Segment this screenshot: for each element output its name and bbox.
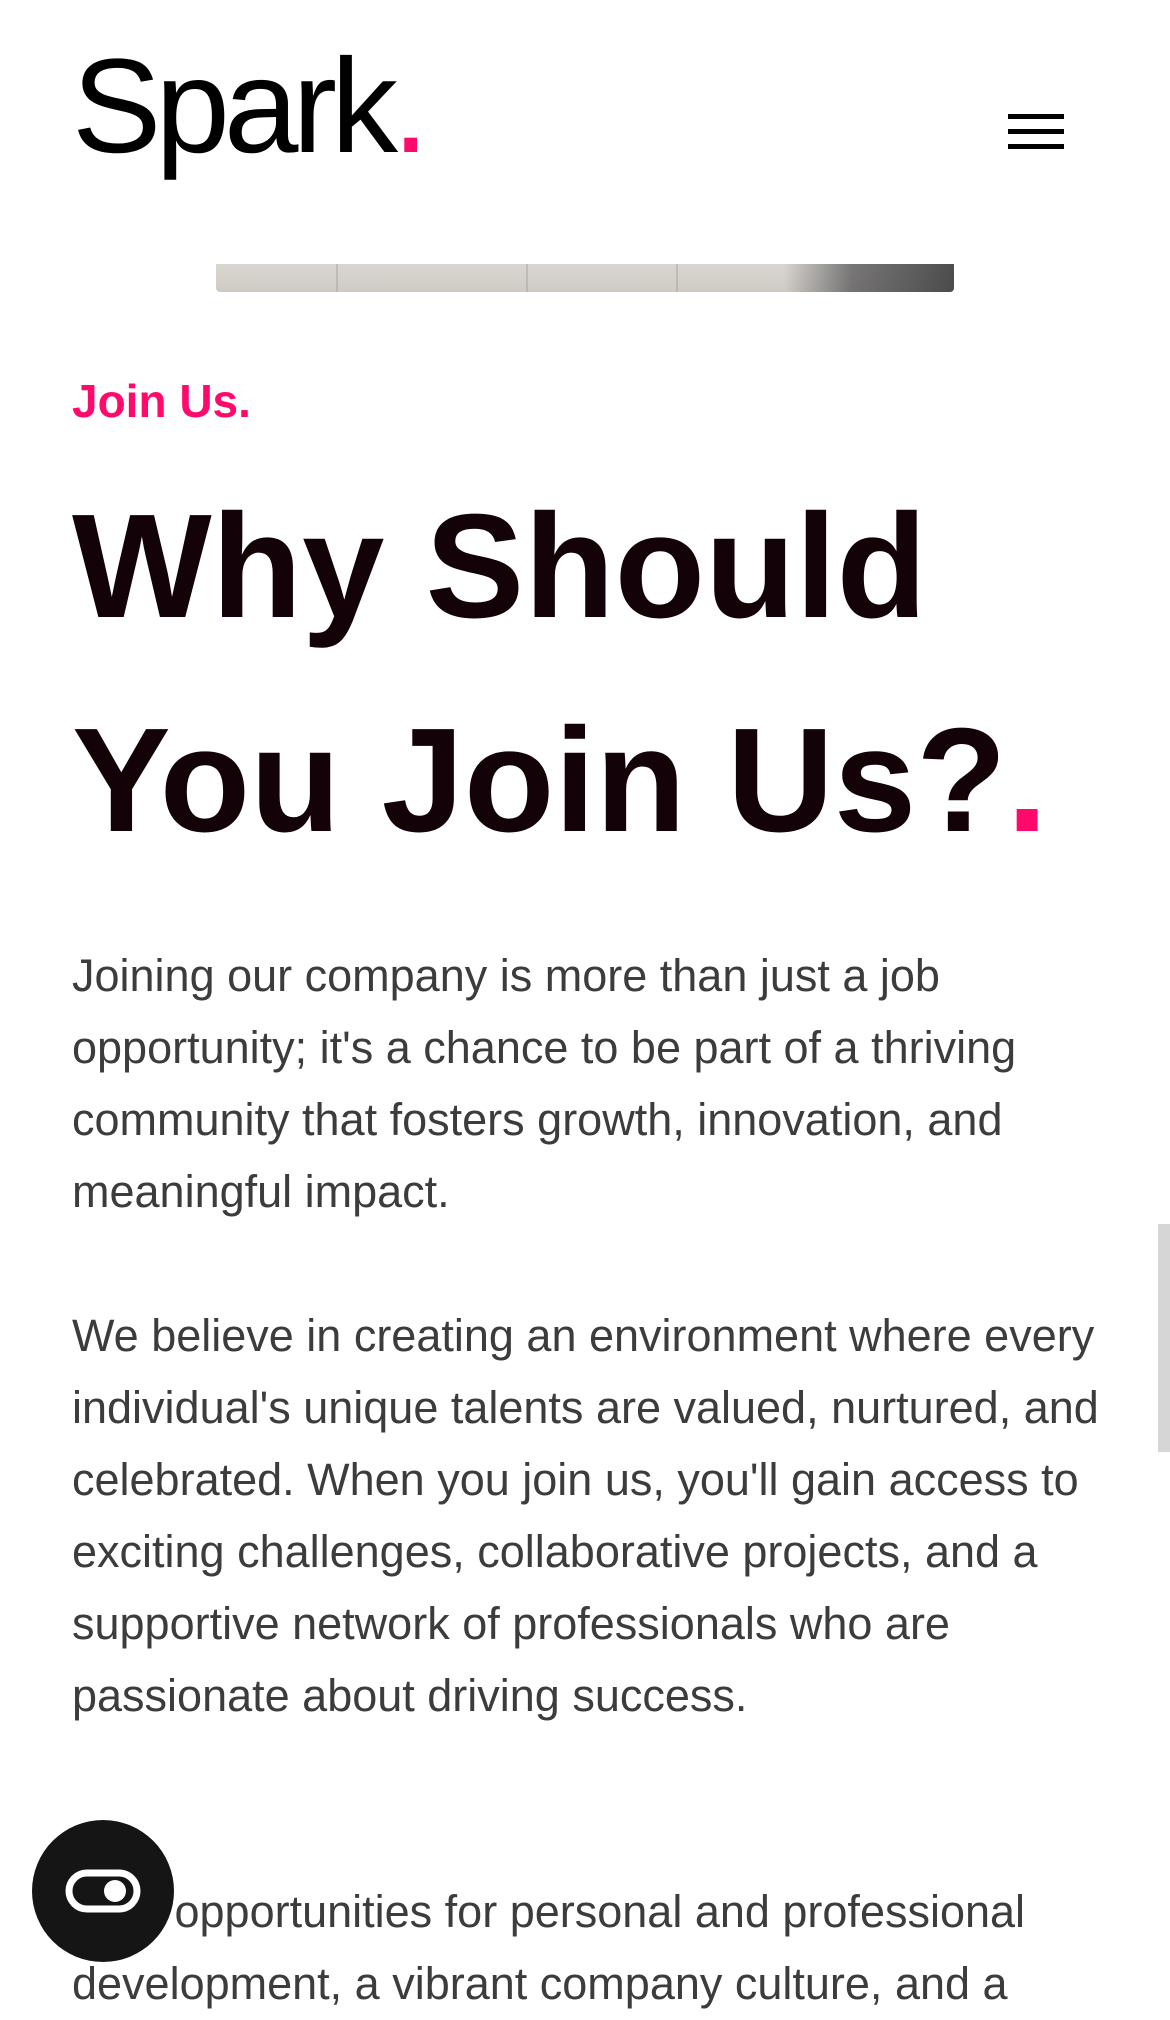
logo-text: Spark: [72, 32, 398, 181]
headline-line-1: Why Should: [72, 484, 927, 649]
headline-dot: .: [1006, 698, 1048, 863]
logo-dot: .: [392, 32, 430, 181]
photo-detail: [336, 264, 338, 292]
menu-bar-top: [1008, 114, 1064, 119]
photo-detail: [676, 264, 678, 292]
headline-line-2: You Join Us?: [72, 698, 1007, 863]
spark-logo[interactable]: Spark.: [72, 40, 429, 174]
section-eyebrow: Join Us.: [72, 375, 251, 427]
accessibility-widget-button[interactable]: [32, 1820, 174, 1962]
menu-bar-bottom: [1008, 144, 1064, 149]
menu-bar-middle: [1008, 129, 1064, 134]
scrollbar-thumb[interactable]: [1158, 1224, 1170, 1452]
body-paragraph-2: We believe in creating an environment wh…: [72, 1310, 1099, 1721]
body-paragraph-3: With opportunities for personal and prof…: [72, 1886, 1026, 2009]
hero-photo: [216, 264, 954, 292]
photo-detail: [526, 264, 528, 292]
site-header: Spark.: [0, 0, 1170, 256]
accessibility-toggle-icon: [65, 1869, 141, 1913]
hamburger-menu-icon[interactable]: [1008, 110, 1064, 154]
body-paragraph-1: Joining our company is more than just a …: [72, 950, 1017, 1217]
photo-shadow: [784, 264, 954, 292]
section-headline: Why Should You Join Us?.: [72, 460, 1092, 888]
